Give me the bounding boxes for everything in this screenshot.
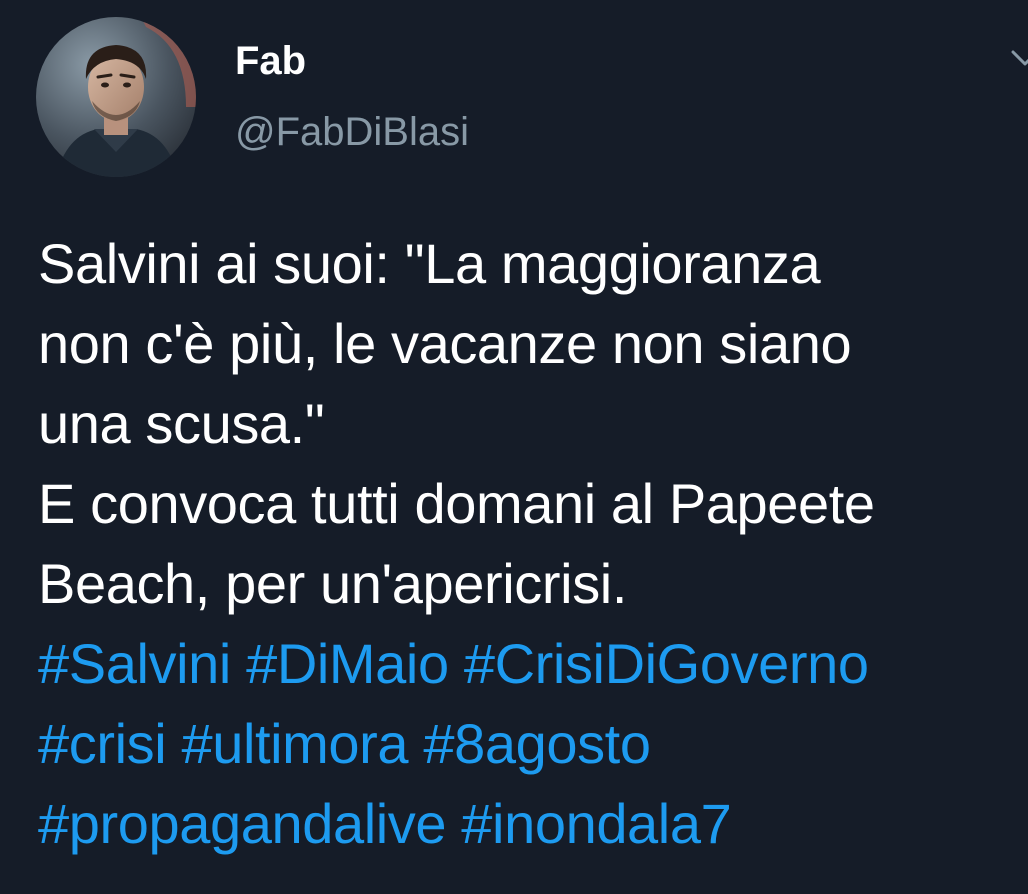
hashtag-list: #Salvini #DiMaio #CrisiDiGoverno #crisi … (38, 624, 1028, 864)
hashtag-line: #crisi #ultimora #8agosto (38, 704, 1028, 784)
hashtag-line: #Salvini #DiMaio #CrisiDiGoverno (38, 624, 1028, 704)
tweet-text-line: una scusa." (38, 392, 325, 455)
tweet-text-line: E convoca tutti domani al Papeete (38, 472, 875, 535)
hashtag-link[interactable]: #inondala7 (461, 792, 731, 855)
tweet-text: Salvini ai suoi: "La maggioranza non c'è… (38, 224, 1028, 624)
hashtag-link[interactable]: #ultimora (181, 712, 408, 775)
hashtag-link[interactable]: #CrisiDiGoverno (464, 632, 869, 695)
hashtag-link[interactable]: #Salvini (38, 632, 231, 695)
chevron-down-icon[interactable] (1010, 38, 1028, 78)
tweet-text-line: non c'è più, le vacanze non siano (38, 312, 852, 375)
tweet-card: Fab @FabDiBlasi Salvini ai suoi: "La mag… (0, 0, 1028, 894)
author-handle[interactable]: @FabDiBlasi (235, 108, 469, 156)
hashtag-link[interactable]: #8agosto (423, 712, 651, 775)
tweet-text-line: Salvini ai suoi: "La maggioranza (38, 232, 821, 295)
hashtag-link[interactable]: #DiMaio (246, 632, 449, 695)
hashtag-link[interactable]: #propagandalive (38, 792, 447, 855)
hashtag-line: #propagandalive #inondala7 (38, 784, 1028, 864)
author-display-name[interactable]: Fab (235, 38, 306, 84)
author-avatar[interactable] (36, 17, 196, 177)
hashtag-link[interactable]: #crisi (38, 712, 167, 775)
tweet-text-line: Beach, per un'apericrisi. (38, 552, 627, 615)
avatar-photo (36, 17, 196, 177)
